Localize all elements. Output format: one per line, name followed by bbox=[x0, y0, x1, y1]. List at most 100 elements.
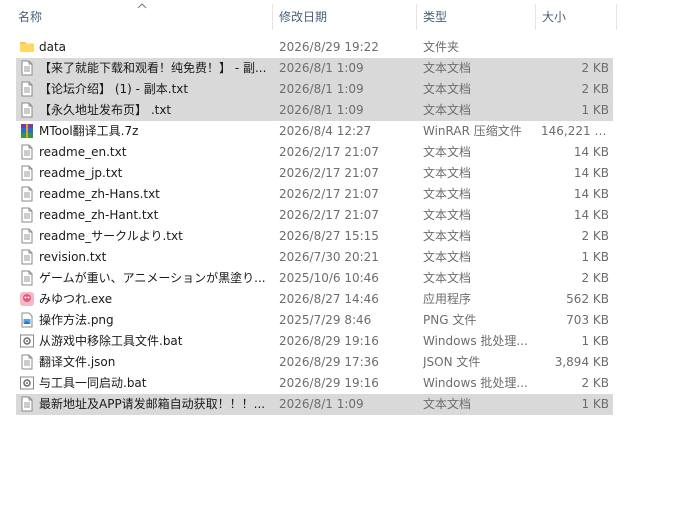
text-file-icon bbox=[19, 186, 35, 202]
file-date: 2026/8/1 1:09 bbox=[279, 397, 364, 411]
file-date: 2026/8/29 19:16 bbox=[279, 376, 379, 390]
file-size: 703 KB bbox=[566, 313, 609, 327]
file-type: 文本文档 bbox=[423, 397, 472, 411]
file-row[interactable]: readme_jp.txt 2026/2/17 21:07 文本文档 14 KB bbox=[16, 163, 613, 184]
file-date: 2026/8/29 19:22 bbox=[279, 40, 379, 54]
file-date: 2026/2/17 21:07 bbox=[279, 208, 379, 222]
file-size: 2 KB bbox=[581, 271, 609, 285]
file-name: 【永久地址发布页】 .txt bbox=[39, 103, 172, 117]
file-row[interactable]: readme_サークルより.txt 2026/8/27 15:15 文本文档 2 KB bbox=[16, 226, 613, 247]
file-name: readme_jp.txt bbox=[39, 166, 123, 180]
file-name: readme_en.txt bbox=[39, 145, 127, 159]
file-date: 2026/8/4 12:27 bbox=[279, 124, 372, 138]
column-header-type[interactable]: 类型 bbox=[417, 0, 535, 34]
file-size: 14 KB bbox=[573, 208, 609, 222]
file-date: 2026/8/1 1:09 bbox=[279, 103, 364, 117]
batch-file-icon bbox=[19, 333, 35, 349]
batch-file-icon bbox=[19, 375, 35, 391]
file-size: 2 KB bbox=[581, 376, 609, 390]
text-file-icon bbox=[19, 102, 35, 118]
file-type: 文件夹 bbox=[423, 40, 460, 54]
column-divider[interactable] bbox=[616, 4, 617, 30]
file-name: revision.txt bbox=[39, 250, 107, 264]
text-file-icon bbox=[19, 207, 35, 223]
file-date: 2026/2/17 21:07 bbox=[279, 187, 379, 201]
file-size: 14 KB bbox=[573, 166, 609, 180]
file-type: 应用程序 bbox=[423, 292, 472, 306]
text-file-icon bbox=[19, 144, 35, 160]
file-type: PNG 文件 bbox=[423, 313, 477, 327]
file-row[interactable]: みゆつれ.exe 2026/8/27 14:46 应用程序 562 KB bbox=[16, 289, 613, 310]
file-size: 1 KB bbox=[581, 334, 609, 348]
file-size: 14 KB bbox=[573, 187, 609, 201]
file-row[interactable]: readme_en.txt 2026/2/17 21:07 文本文档 14 KB bbox=[16, 142, 613, 163]
file-type: 文本文档 bbox=[423, 82, 472, 96]
text-file-icon bbox=[19, 396, 35, 412]
file-row[interactable]: 从游戏中移除工具文件.bat 2026/8/29 19:16 Windows 批处理… bbox=[16, 331, 613, 352]
winrar-archive-icon bbox=[19, 123, 35, 139]
file-name: 与工具一同启动.bat bbox=[39, 376, 147, 390]
file-row[interactable]: data 2026/8/29 19:22 文件夹 bbox=[16, 37, 613, 58]
file-date: 2026/8/1 1:09 bbox=[279, 61, 364, 75]
text-file-icon bbox=[19, 60, 35, 76]
json-file-icon bbox=[19, 354, 35, 370]
file-date: 2026/8/27 14:46 bbox=[279, 292, 379, 306]
file-row[interactable]: revision.txt 2026/7/30 20:21 文本文档 1 KB bbox=[16, 247, 613, 268]
file-type: 文本文档 bbox=[423, 145, 472, 159]
file-type: 文本文档 bbox=[423, 166, 472, 180]
file-type: 文本文档 bbox=[423, 229, 472, 243]
file-date: 2025/7/29 8:46 bbox=[279, 313, 372, 327]
image-file-icon bbox=[19, 312, 35, 328]
column-header-size[interactable]: 大小 bbox=[536, 0, 616, 34]
file-name: 最新地址及APP请发邮箱自动获取！！！... bbox=[39, 397, 266, 411]
folder-icon bbox=[19, 39, 35, 55]
file-size: 2 KB bbox=[581, 82, 609, 96]
file-name: ゲームが重い、アニメーションが黒塗り... bbox=[39, 271, 266, 285]
file-size: 1 KB bbox=[581, 103, 609, 117]
file-row[interactable]: 翻译文件.json 2026/8/29 17:36 JSON 文件 3,894 KB bbox=[16, 352, 613, 373]
file-name: MTool翻译工具.7z bbox=[39, 124, 139, 138]
file-row[interactable]: readme_zh-Hans.txt 2026/2/17 21:07 文本文档 14 … bbox=[16, 184, 613, 205]
file-row[interactable]: 最新地址及APP请发邮箱自动获取！！！... 2026/8/1 1:09 文本文档 1… bbox=[16, 394, 613, 415]
text-file-icon bbox=[19, 228, 35, 244]
file-row[interactable]: 【永久地址发布页】 .txt 2026/8/1 1:09 文本文档 1 KB bbox=[16, 100, 613, 121]
file-date: 2026/8/1 1:09 bbox=[279, 82, 364, 96]
file-date: 2026/2/17 21:07 bbox=[279, 166, 379, 180]
file-name: 【来了就能下载和观看！纯免费！】 - 副... bbox=[39, 61, 267, 75]
sort-ascending-icon bbox=[137, 3, 147, 9]
file-date: 2026/7/30 20:21 bbox=[279, 250, 379, 264]
file-name: 操作方法.png bbox=[39, 313, 114, 327]
file-row[interactable]: readme_zh-Hant.txt 2026/2/17 21:07 文本文档 14 … bbox=[16, 205, 613, 226]
file-size bbox=[541, 37, 609, 58]
file-row[interactable]: 【论坛介绍】 (1) - 副本.txt 2026/8/1 1:09 文本文档 2 KB bbox=[16, 79, 613, 100]
file-type: Windows 批处理... bbox=[423, 334, 528, 348]
file-row[interactable]: MTool翻译工具.7z 2026/8/4 12:27 WinRAR 压缩文件 146… bbox=[16, 121, 613, 142]
column-header-date[interactable]: 修改日期 bbox=[273, 0, 416, 34]
file-row[interactable]: 与工具一同启动.bat 2026/8/29 19:16 Windows 批处理...… bbox=[16, 373, 613, 394]
text-file-icon bbox=[19, 249, 35, 265]
file-name: 从游戏中移除工具文件.bat bbox=[39, 334, 183, 348]
file-size: 2 KB bbox=[581, 229, 609, 243]
file-name: readme_サークルより.txt bbox=[39, 229, 183, 243]
file-size: 1 KB bbox=[581, 397, 609, 411]
file-type: 文本文档 bbox=[423, 103, 472, 117]
file-type: 文本文档 bbox=[423, 61, 472, 75]
file-row[interactable]: 操作方法.png 2025/7/29 8:46 PNG 文件 703 KB bbox=[16, 310, 613, 331]
file-name: readme_zh-Hans.txt bbox=[39, 187, 160, 201]
file-date: 2026/2/17 21:07 bbox=[279, 145, 379, 159]
file-type: 文本文档 bbox=[423, 208, 472, 222]
file-name: data bbox=[39, 40, 67, 54]
file-date: 2025/10/6 10:46 bbox=[279, 271, 379, 285]
file-name: readme_zh-Hant.txt bbox=[39, 208, 159, 222]
file-type: 文本文档 bbox=[423, 187, 472, 201]
text-file-icon bbox=[19, 165, 35, 181]
text-file-icon bbox=[19, 81, 35, 97]
file-type: 文本文档 bbox=[423, 250, 472, 264]
file-row[interactable]: 【来了就能下载和观看！纯免费！】 - 副... 2026/8/1 1:09 文本文档… bbox=[16, 58, 613, 79]
file-row[interactable]: ゲームが重い、アニメーションが黒塗り... 2025/10/6 10:46 文本文档… bbox=[16, 268, 613, 289]
file-name: みゆつれ.exe bbox=[39, 292, 113, 306]
file-size: 3,894 KB bbox=[554, 355, 609, 369]
file-date: 2026/8/27 15:15 bbox=[279, 229, 379, 243]
file-type: 文本文档 bbox=[423, 271, 472, 285]
file-type: JSON 文件 bbox=[423, 355, 481, 369]
